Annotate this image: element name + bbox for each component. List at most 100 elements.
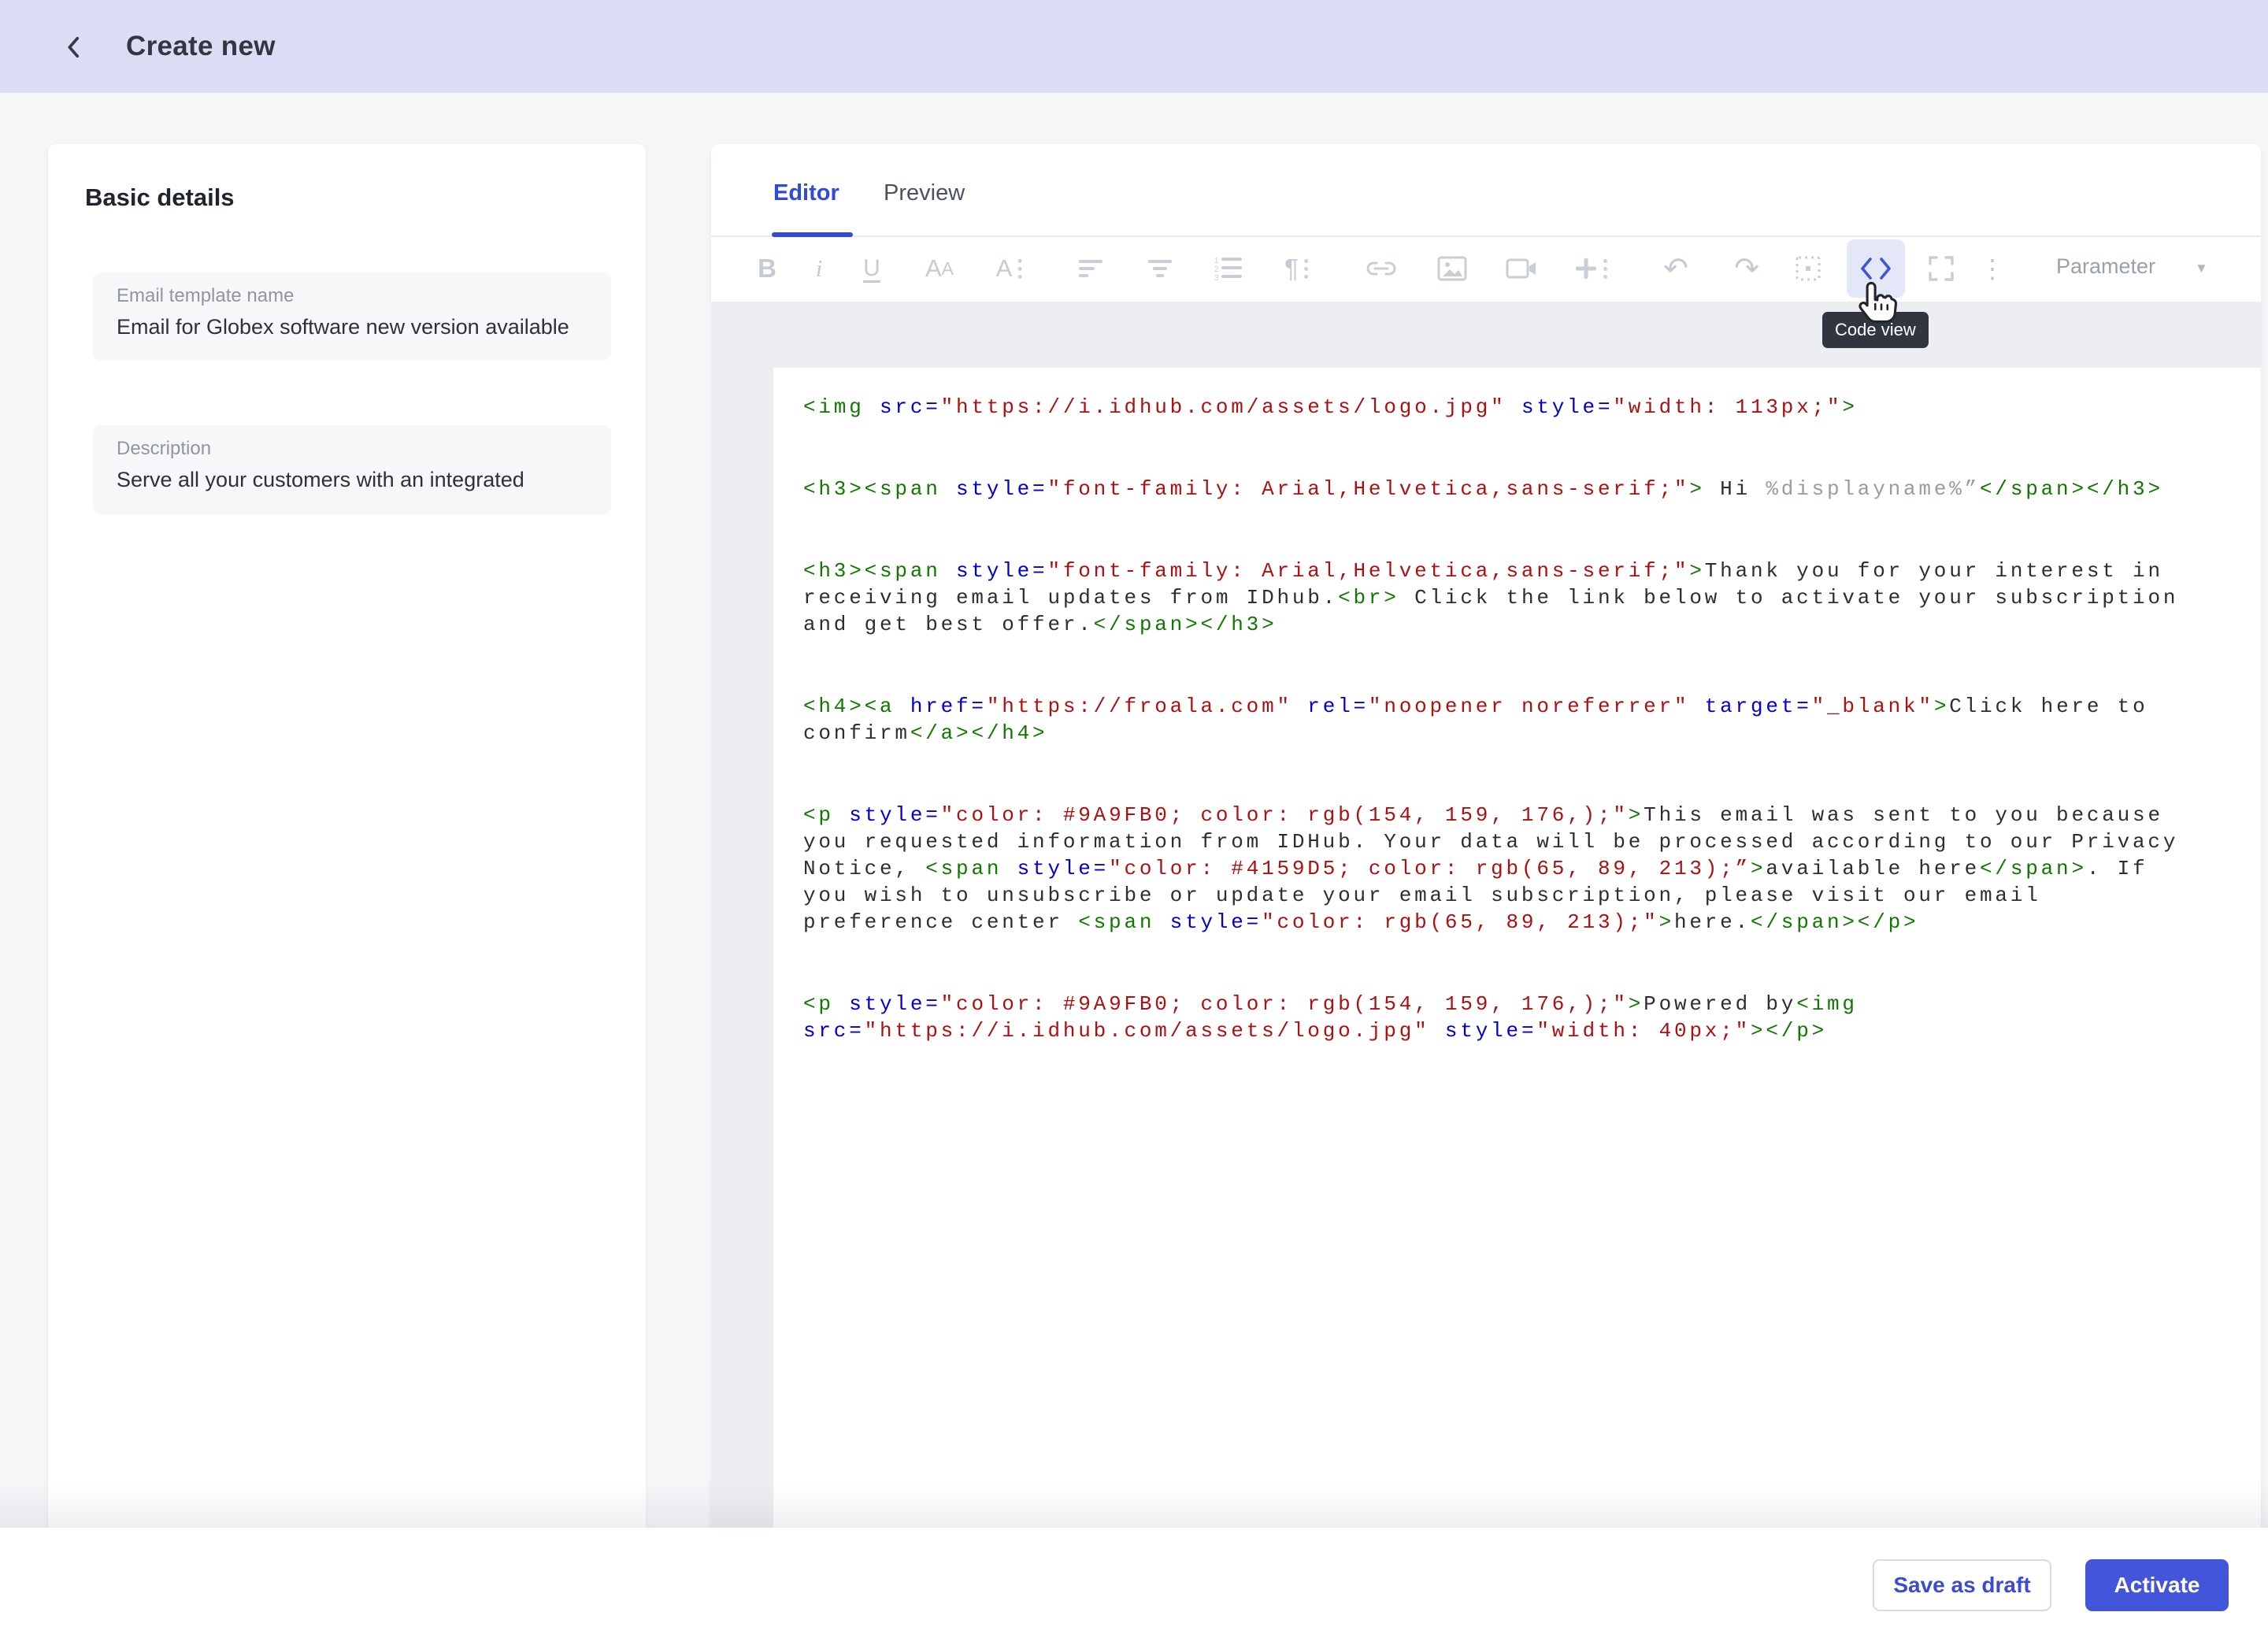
email-template-name-label: Email template name — [117, 285, 294, 307]
code-segment-attr: style= — [1002, 857, 1109, 880]
code-segment-attr: href= — [895, 695, 986, 718]
editor-panel: Editor Preview B i U AA A 123 ¶ — [711, 144, 2261, 1567]
code-editor-container: 1<img src="https://i.idhub.com/assets/lo… — [711, 302, 2261, 1567]
code-segment-attr: style= — [1154, 910, 1262, 934]
align-left-icon[interactable] — [1077, 257, 1106, 280]
insert-more-icon[interactable] — [1574, 257, 1607, 280]
code-segment-attr: style= — [834, 803, 941, 827]
code-segment-attr: rel= — [1292, 695, 1369, 718]
code-segment-tag: </span></p> — [1751, 910, 1918, 934]
align-center-icon[interactable] — [1147, 257, 1175, 280]
code-segment-muted: %displayname%” — [1766, 477, 1980, 501]
tab-editor[interactable]: Editor — [773, 180, 839, 206]
code-segment-str: "color: #9A9FB0; color: rgb(154, 159, 17… — [941, 803, 1629, 827]
save-as-draft-button[interactable]: Save as draft — [1873, 1559, 2051, 1611]
svg-text:3: 3 — [1214, 274, 1219, 281]
font-size-big-a: A — [925, 254, 942, 283]
text-color-a: A — [996, 254, 1013, 283]
code-line[interactable]: 6 — [803, 652, 2204, 679]
code-segment-tag: </a></h4> — [910, 721, 1048, 745]
code-editor-content-area[interactable]: 1<img src="https://i.idhub.com/assets/lo… — [773, 368, 2261, 1567]
redo-icon[interactable]: ↷ — [1734, 251, 1759, 287]
code-line[interactable]: 9<p style="color: #9A9FB0; color: rgb(15… — [803, 802, 2204, 936]
code-segment-attr: src= — [865, 395, 941, 419]
font-size-icon[interactable]: AA — [925, 254, 954, 283]
code-line[interactable]: 5<h3><span style="font-family: Arial,Hel… — [803, 558, 2204, 638]
code-segment-tag: > — [1659, 910, 1674, 934]
code-line[interactable]: 3<h3><span style="font-family: Arial,Hel… — [803, 476, 2204, 502]
code-segment-tag: > — [1689, 477, 1704, 501]
code-segment-tag: <p — [803, 803, 834, 827]
code-line[interactable]: 7<h4><a href="https://froala.com" rel="n… — [803, 693, 2204, 747]
code-segment-str: "width: 113px;" — [1613, 395, 1842, 419]
italic-icon[interactable]: i — [816, 254, 823, 283]
text-color-dots — [1017, 259, 1021, 263]
tab-preview[interactable]: Preview — [884, 180, 965, 206]
fullscreen-icon[interactable] — [1928, 255, 1955, 282]
code-segment-tag: <h4><a — [803, 695, 895, 718]
parameter-caret-icon[interactable]: ▼ — [2195, 261, 2208, 276]
code-segment-tag: > — [1934, 695, 1949, 718]
select-all-icon[interactable] — [1795, 255, 1821, 282]
code-segment-attr: style= — [941, 559, 1048, 583]
code-segment-attr: style= — [834, 992, 941, 1016]
code-line[interactable]: 2 — [803, 435, 2204, 461]
email-template-name-value[interactable]: Email for Globex software new version av… — [117, 315, 569, 339]
description-label: Description — [117, 438, 211, 460]
more-options-icon[interactable]: ⋮ — [1980, 254, 2006, 284]
tabs-divider — [711, 235, 2261, 237]
code-segment-text: Hi — [1705, 477, 1766, 501]
code-segment-tag: </span></h3> — [1980, 477, 2163, 501]
insert-image-icon[interactable] — [1437, 256, 1467, 281]
insert-video-icon[interactable] — [1506, 258, 1537, 280]
code-line[interactable]: 8 — [803, 761, 2204, 788]
code-segment-tag: > — [1629, 992, 1644, 1016]
email-template-name-field[interactable]: Email template name Email for Globex sof… — [93, 272, 611, 361]
code-segment-attr: style= — [941, 477, 1048, 501]
bold-icon[interactable]: B — [758, 254, 776, 284]
code-segment-str: "font-family: Arial,Helvetica,sans-serif… — [1047, 477, 1689, 501]
ordered-list-icon[interactable]: 123 — [1214, 256, 1243, 281]
code-segment-tag: > — [1842, 395, 1857, 419]
code-segment-text: available here — [1766, 857, 1980, 880]
paragraph-format-icon[interactable]: ¶ — [1284, 254, 1308, 284]
code-segment-str: "noopener noreferrer" — [1369, 695, 1689, 718]
code-line[interactable]: 1<img src="https://i.idhub.com/assets/lo… — [803, 394, 2204, 421]
svg-text:1: 1 — [1214, 257, 1219, 265]
back-button[interactable] — [57, 30, 91, 65]
description-field[interactable]: Description Serve all your customers wit… — [93, 425, 611, 514]
svg-text:2: 2 — [1214, 265, 1219, 274]
code-segment-tag: <img — [1796, 992, 1858, 1016]
code-segment-tag: <p — [803, 992, 834, 1016]
code-segment-tag: </span> — [1980, 857, 2087, 880]
code-segment-tag: <h3><span — [803, 477, 941, 501]
code-segment-str: "font-family: Arial,Helvetica,sans-serif… — [1047, 559, 1689, 583]
code-segment-text: Powered by — [1644, 992, 1796, 1016]
code-line[interactable]: 11<p style="color: #9A9FB0; color: rgb(1… — [803, 991, 2204, 1044]
code-segment-attr: target= — [1689, 695, 1811, 718]
code-segment-str: "https://froala.com" — [987, 695, 1292, 718]
code-segment-tag: <img — [803, 395, 865, 419]
basic-details-panel: Basic details Email template name Email … — [48, 144, 646, 1567]
code-segment-attr: style= — [1506, 395, 1614, 419]
activate-button[interactable]: Activate — [2085, 1559, 2229, 1611]
text-color-icon[interactable]: A — [996, 254, 1022, 283]
mouse-pointer-hand-icon — [1855, 280, 1899, 332]
undo-icon[interactable]: ↶ — [1663, 251, 1688, 287]
code-segment-str: "_blank" — [1812, 695, 1934, 718]
code-segment-tag: </span></h3> — [1094, 613, 1277, 636]
chevron-left-icon — [61, 34, 87, 61]
code-line[interactable]: 4 — [803, 517, 2204, 543]
parameter-dropdown[interactable]: Parameter — [2056, 254, 2155, 279]
header-bar: Create new — [0, 0, 2268, 93]
insert-link-icon[interactable] — [1366, 258, 1397, 279]
paragraph-mark: ¶ — [1284, 254, 1299, 284]
code-segment-tag: > — [1751, 857, 1766, 880]
code-line[interactable]: 10 — [803, 950, 2204, 976]
code-segment-str: "https://i.idhub.com/assets/logo.jpg" — [941, 395, 1506, 419]
description-value[interactable]: Serve all your customers with an integra… — [117, 468, 524, 492]
code-segment-attr: style= — [1430, 1019, 1537, 1043]
underline-icon[interactable]: U — [863, 255, 880, 282]
code-segment-str: "https://i.idhub.com/assets/logo.jpg" — [865, 1019, 1430, 1043]
code-segment-tag: > — [1629, 803, 1644, 827]
